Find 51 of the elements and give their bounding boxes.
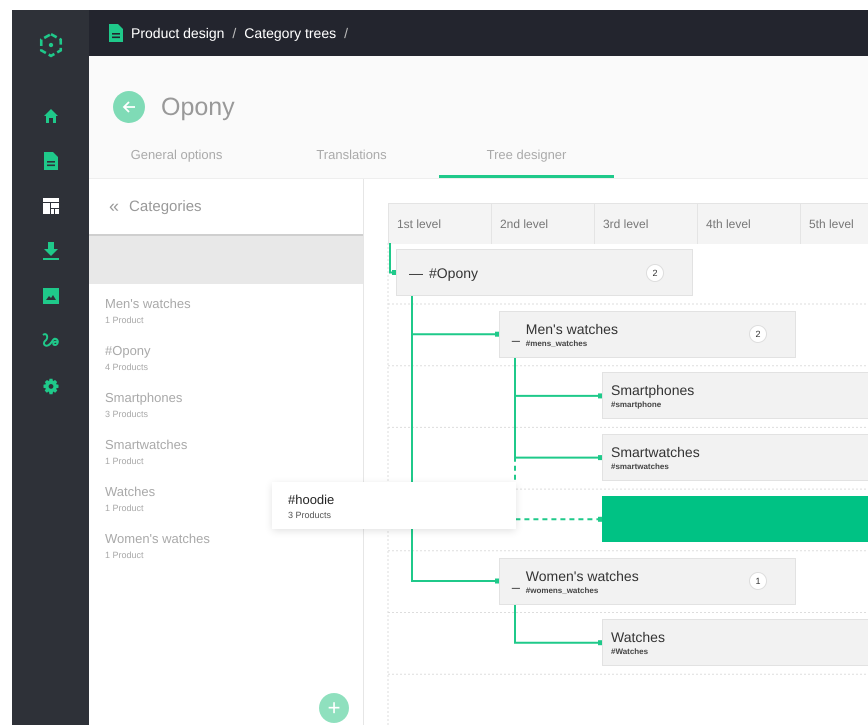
node-tag: #Watches — [611, 647, 868, 656]
home-icon[interactable] — [42, 108, 58, 124]
settings-icon[interactable] — [42, 378, 60, 396]
panel-title: Categories — [129, 198, 202, 215]
collapse-toggle[interactable]: _ — [512, 573, 520, 589]
document-icon[interactable] — [44, 152, 58, 170]
tree-node[interactable]: Watches #Watches — [602, 619, 868, 666]
connector-line — [389, 243, 397, 275]
level-header: 2nd level — [491, 204, 594, 244]
download-icon[interactable] — [42, 242, 58, 260]
breadcrumb-link[interactable]: Category trees — [244, 25, 336, 41]
node-title: #Opony — [429, 264, 480, 280]
image-icon[interactable] — [42, 288, 58, 304]
page-title: Opony — [161, 92, 235, 122]
tree-node[interactable]: Smartphones #smartphone — [602, 372, 868, 420]
logo-icon[interactable] — [38, 32, 64, 58]
product-count: 1 Product — [105, 550, 144, 560]
tree-node[interactable]: Smartwatches #smartwatches — [602, 434, 868, 482]
product-count: 1 Product — [105, 315, 144, 325]
child-count-badge: 2 — [749, 325, 767, 344]
level-header: 3rd level — [594, 204, 697, 244]
level-header: 4th level — [697, 204, 800, 244]
level-header: 1st level — [388, 204, 491, 244]
level-header: 5th level — [800, 204, 868, 244]
node-title: Watches — [611, 629, 666, 646]
node-tag: #mens_watches — [526, 338, 743, 348]
node-title: Smartwatches — [611, 444, 701, 460]
collapse-toggle[interactable]: — — [409, 264, 423, 280]
node-tag: #smartwatches — [611, 462, 868, 472]
node-title: Women's watches — [526, 568, 640, 584]
card-subtitle: 3 Products — [288, 510, 332, 520]
product-count: 3 Products — [105, 409, 148, 419]
dashboard-icon[interactable] — [42, 198, 58, 214]
node-title: Men's watches — [526, 320, 619, 337]
node-tag: #smartphone — [611, 400, 868, 410]
node-title: Smartphones — [611, 382, 696, 398]
node-tag: #womens_watches — [526, 586, 743, 594]
document-icon — [109, 24, 123, 42]
child-count-badge: 1 — [749, 572, 767, 590]
child-count-badge: 2 — [646, 264, 664, 282]
dragged-card[interactable]: #hoodie 3 Products — [272, 482, 516, 529]
breadcrumb-link[interactable]: Product design — [131, 25, 224, 41]
product-count: 4 Products — [105, 362, 148, 372]
card-title: #hoodie — [288, 492, 336, 506]
product-count: 1 Product — [105, 503, 144, 513]
breadcrumb-separator: / — [232, 25, 236, 41]
collapse-toggle[interactable]: _ — [512, 326, 520, 342]
tree-node[interactable]: — #Opony 2 — [396, 249, 693, 296]
product-count: 1 Product — [105, 456, 144, 466]
breadcrumb-separator: / — [344, 25, 348, 41]
back-arrow-icon — [121, 99, 137, 115]
